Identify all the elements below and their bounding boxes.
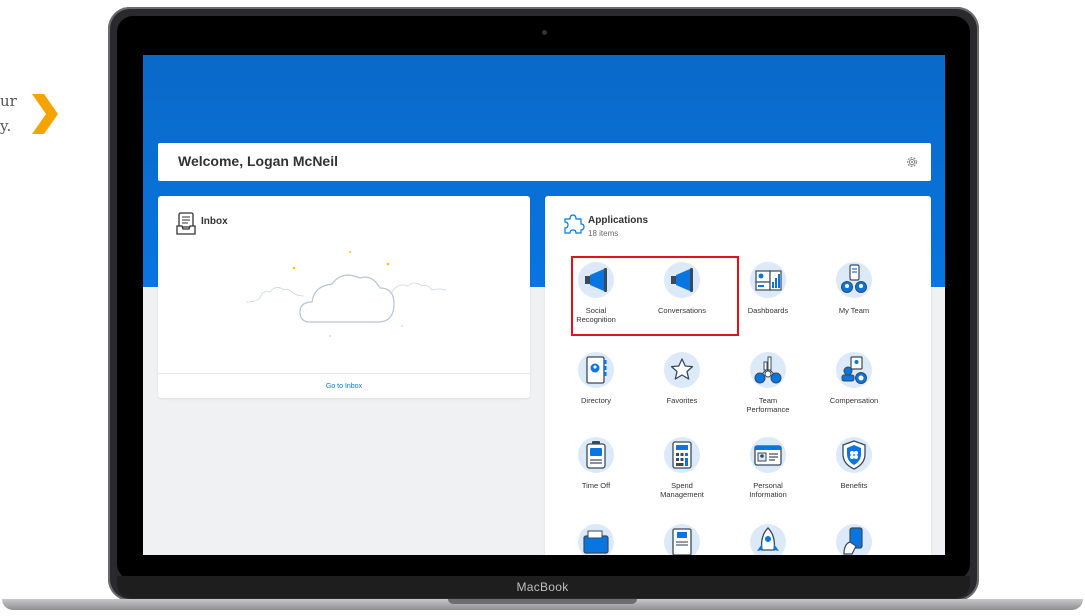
app-tile-label: Personal Information bbox=[749, 481, 787, 499]
star-icon bbox=[664, 352, 700, 388]
app-tile-spend-management[interactable]: Spend Management bbox=[639, 437, 725, 499]
wallet-icon bbox=[578, 524, 614, 555]
luggage-icon bbox=[578, 437, 614, 473]
side-caption-line-1: ur bbox=[0, 92, 17, 110]
team-performance-icon bbox=[750, 352, 786, 388]
app-tile-my-team[interactable]: My Team bbox=[811, 262, 897, 315]
inbox-title: Inbox bbox=[201, 216, 228, 227]
app-tile-partial[interactable] bbox=[811, 524, 897, 555]
app-tile-benefits[interactable]: Benefits bbox=[811, 437, 897, 490]
mobile-hand-icon bbox=[836, 524, 872, 555]
app-tile-directory[interactable]: Directory bbox=[553, 352, 639, 405]
app-tile-label: Time Off bbox=[581, 481, 611, 490]
compensation-icon bbox=[836, 352, 872, 388]
app-tile-label: Team Performance bbox=[746, 396, 790, 414]
puzzle-icon bbox=[564, 214, 585, 234]
app-tile-label: Benefits bbox=[840, 481, 868, 490]
app-tile-label: Favorites bbox=[666, 396, 698, 405]
directory-icon bbox=[578, 352, 614, 388]
app-tile-label: My Team bbox=[838, 306, 870, 315]
document-icon bbox=[664, 524, 700, 555]
cloud-illustration bbox=[245, 251, 447, 337]
app-tile-partial[interactable] bbox=[553, 524, 639, 555]
app-tile-favorites[interactable]: Favorites bbox=[639, 352, 725, 405]
page-title: Welcome, Logan McNeil bbox=[178, 153, 338, 169]
app-tile-partial[interactable] bbox=[725, 524, 811, 555]
camera-icon bbox=[542, 30, 547, 35]
chevron-right-icon bbox=[32, 94, 58, 134]
inbox-icon bbox=[176, 212, 196, 235]
app-tile-label: Spend Management bbox=[660, 481, 704, 499]
shield-icon bbox=[836, 437, 872, 473]
dashboard-icon bbox=[750, 262, 786, 298]
inbox-card: Inbox Go to Inbox bbox=[158, 196, 530, 398]
rocket-icon bbox=[750, 524, 786, 555]
applications-count: 18 items bbox=[588, 229, 619, 238]
laptop-notch bbox=[448, 599, 637, 604]
app-tile-partial[interactable] bbox=[639, 524, 725, 555]
calculator-icon bbox=[664, 437, 700, 473]
side-caption-line-2: y. bbox=[0, 117, 12, 135]
app-tile-team-performance[interactable]: Team Performance bbox=[725, 352, 811, 414]
app-tile-time-off[interactable]: Time Off bbox=[553, 437, 639, 490]
app-tile-label: Compensation bbox=[829, 396, 879, 405]
go-to-inbox-link[interactable]: Go to Inbox bbox=[158, 383, 530, 390]
laptop-brand: MacBook bbox=[516, 580, 569, 594]
gear-icon[interactable] bbox=[905, 155, 919, 169]
app-tile-compensation[interactable]: Compensation bbox=[811, 352, 897, 405]
applications-card: Applications 18 items Social Recognition… bbox=[545, 196, 931, 555]
applications-title: Applications bbox=[588, 215, 649, 226]
app-tile-label: Directory bbox=[580, 396, 611, 405]
divider bbox=[158, 373, 530, 374]
highlight-box bbox=[571, 256, 739, 336]
team-icon bbox=[836, 262, 872, 298]
welcome-bar: Welcome, Logan McNeil bbox=[158, 143, 931, 181]
id-card-icon bbox=[750, 437, 786, 473]
app-screen: Welcome, Logan McNeil Inbox Go to Inbox … bbox=[143, 55, 945, 555]
app-tile-personal-information[interactable]: Personal Information bbox=[725, 437, 811, 499]
